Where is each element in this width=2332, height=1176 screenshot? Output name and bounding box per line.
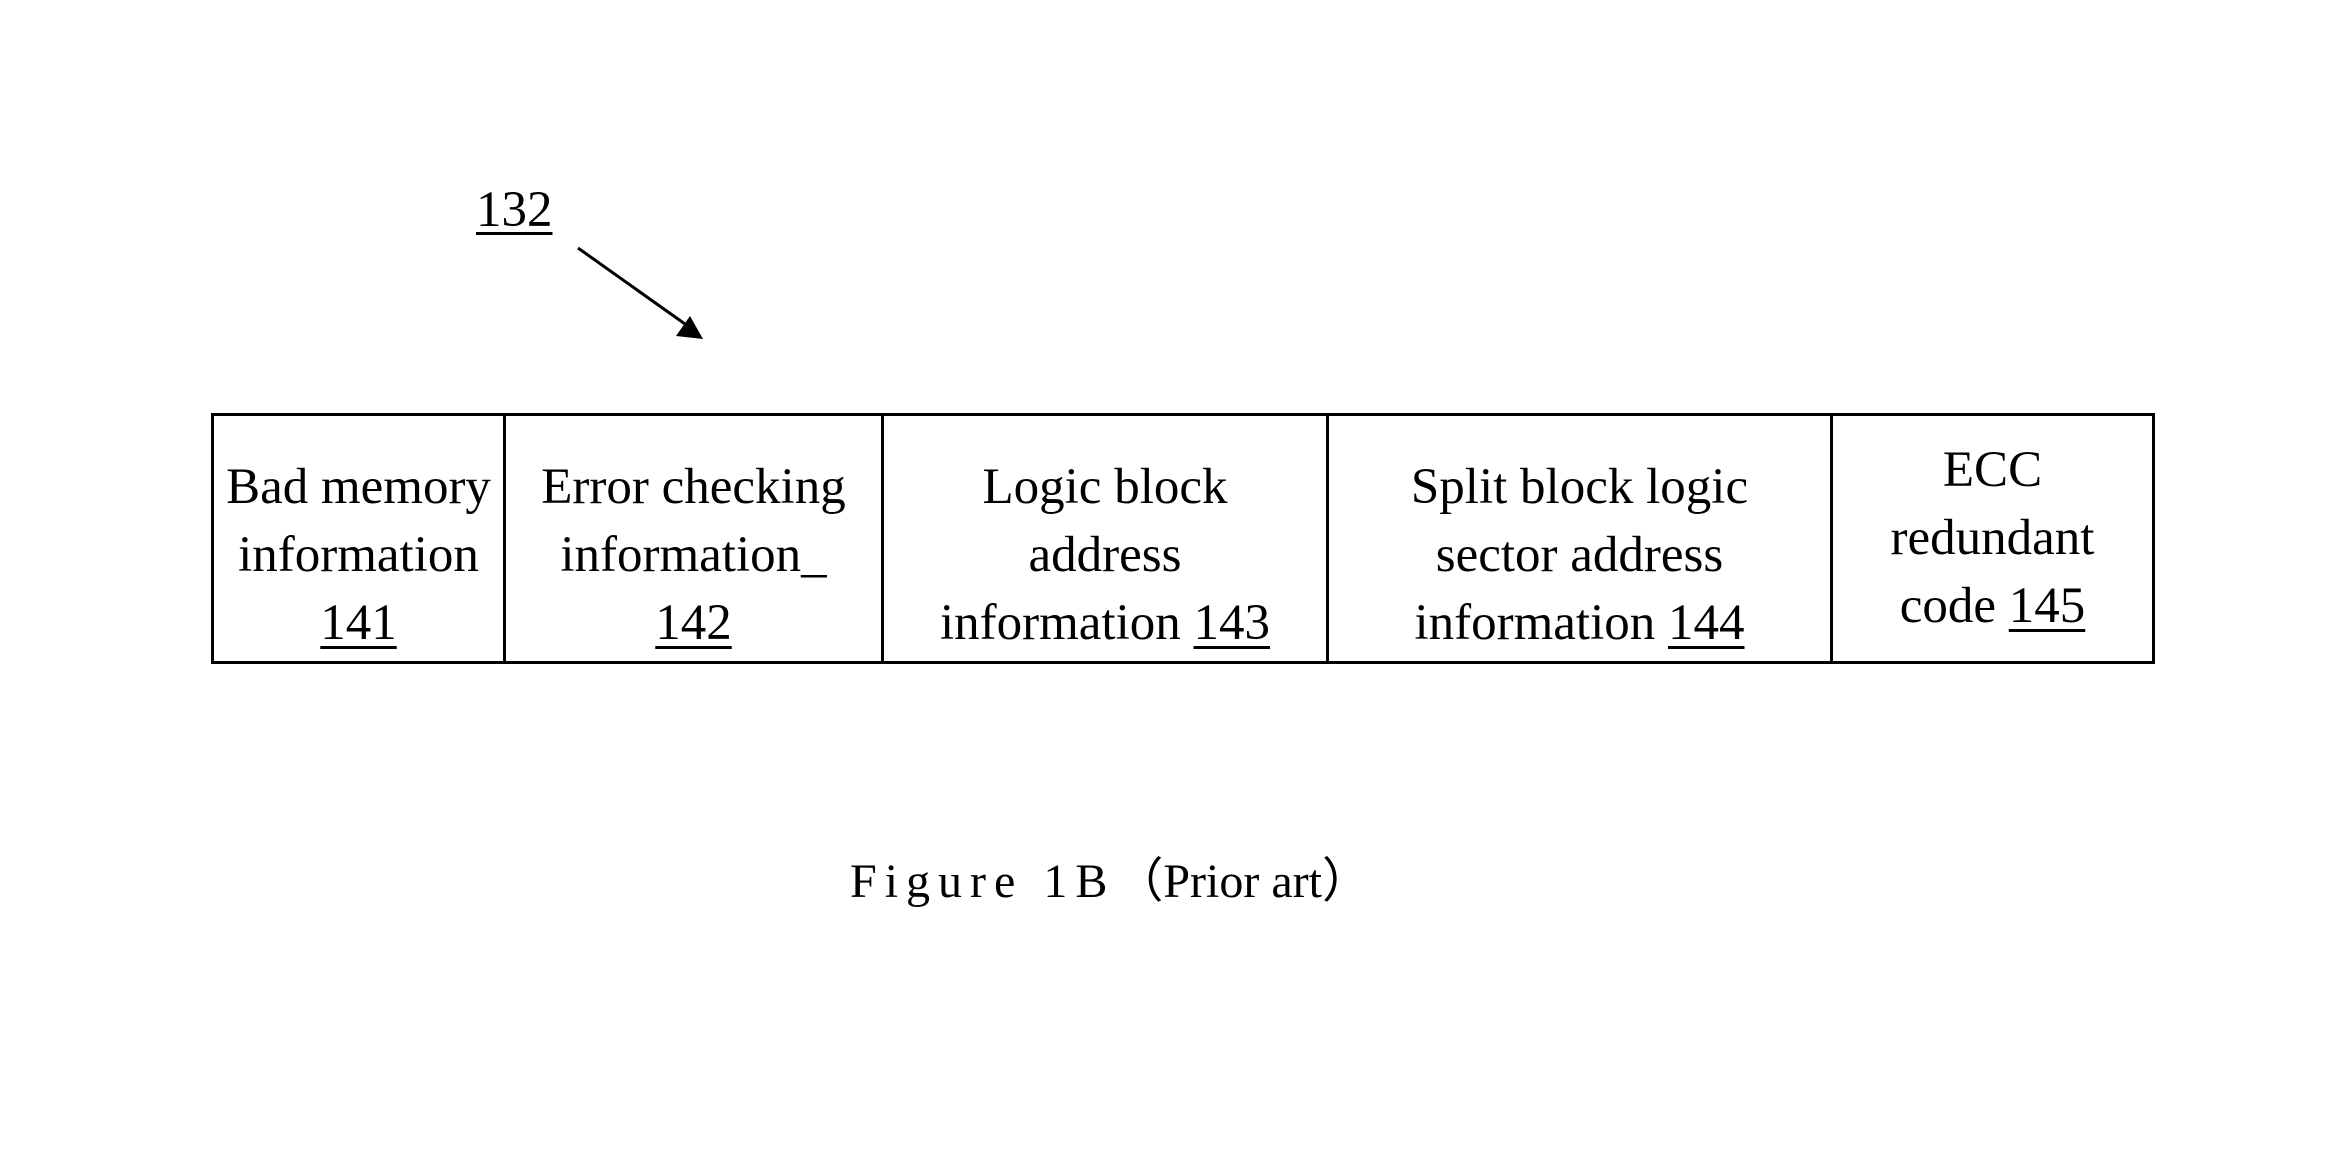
- field-text: Split block logic sector address informa…: [1329, 453, 1830, 657]
- field-line: information: [238, 527, 479, 583]
- field-line: Error checking: [541, 459, 846, 515]
- field-error-checking-information: Error checking information_ 142: [506, 416, 881, 661]
- field-line: sector address: [1435, 527, 1724, 583]
- arrow-shaft: [577, 246, 686, 326]
- reference-numeral-142: 142: [655, 595, 732, 651]
- reference-numeral-144: 144: [1668, 595, 1745, 651]
- field-text: ECC redundant code 145: [1833, 436, 2152, 640]
- field-line: address: [1028, 527, 1182, 583]
- field-line: code: [1899, 578, 1997, 634]
- field-bad-memory-information: Bad memory information 141: [214, 416, 503, 661]
- figure-label: Figure 1B: [850, 855, 1116, 908]
- field-text: Error checking information_ 142: [506, 453, 881, 657]
- field-line: Logic block: [982, 459, 1228, 515]
- field-ecc-redundant-code: ECC redundant code 145: [1833, 416, 2152, 661]
- arrowhead: [676, 316, 703, 339]
- field-line: Bad memory: [226, 459, 491, 515]
- field-line: ECC: [1942, 442, 2043, 498]
- field-text: Bad memory information 141: [214, 453, 503, 657]
- field-line: information: [939, 595, 1181, 651]
- field-line: information: [1414, 595, 1656, 651]
- reference-numeral-145: 145: [2008, 578, 2086, 634]
- reference-numeral-143: 143: [1193, 595, 1271, 651]
- field-split-block-logic-sector-address-information: Split block logic sector address informa…: [1329, 416, 1830, 661]
- field-logic-block-address-information: Logic block address information 143: [884, 416, 1326, 661]
- field-line: Split block logic: [1410, 459, 1749, 515]
- reference-label-132: 132: [476, 182, 553, 238]
- field-line: information_: [560, 527, 827, 583]
- field-text: Logic block address information 143: [884, 453, 1326, 657]
- reference-numeral-141: 141: [320, 595, 397, 651]
- figure-note: （Prior art）: [1115, 855, 1370, 908]
- field-line: redundant: [1890, 510, 2095, 566]
- figure-caption: Figure 1B（Prior art）: [850, 850, 1370, 914]
